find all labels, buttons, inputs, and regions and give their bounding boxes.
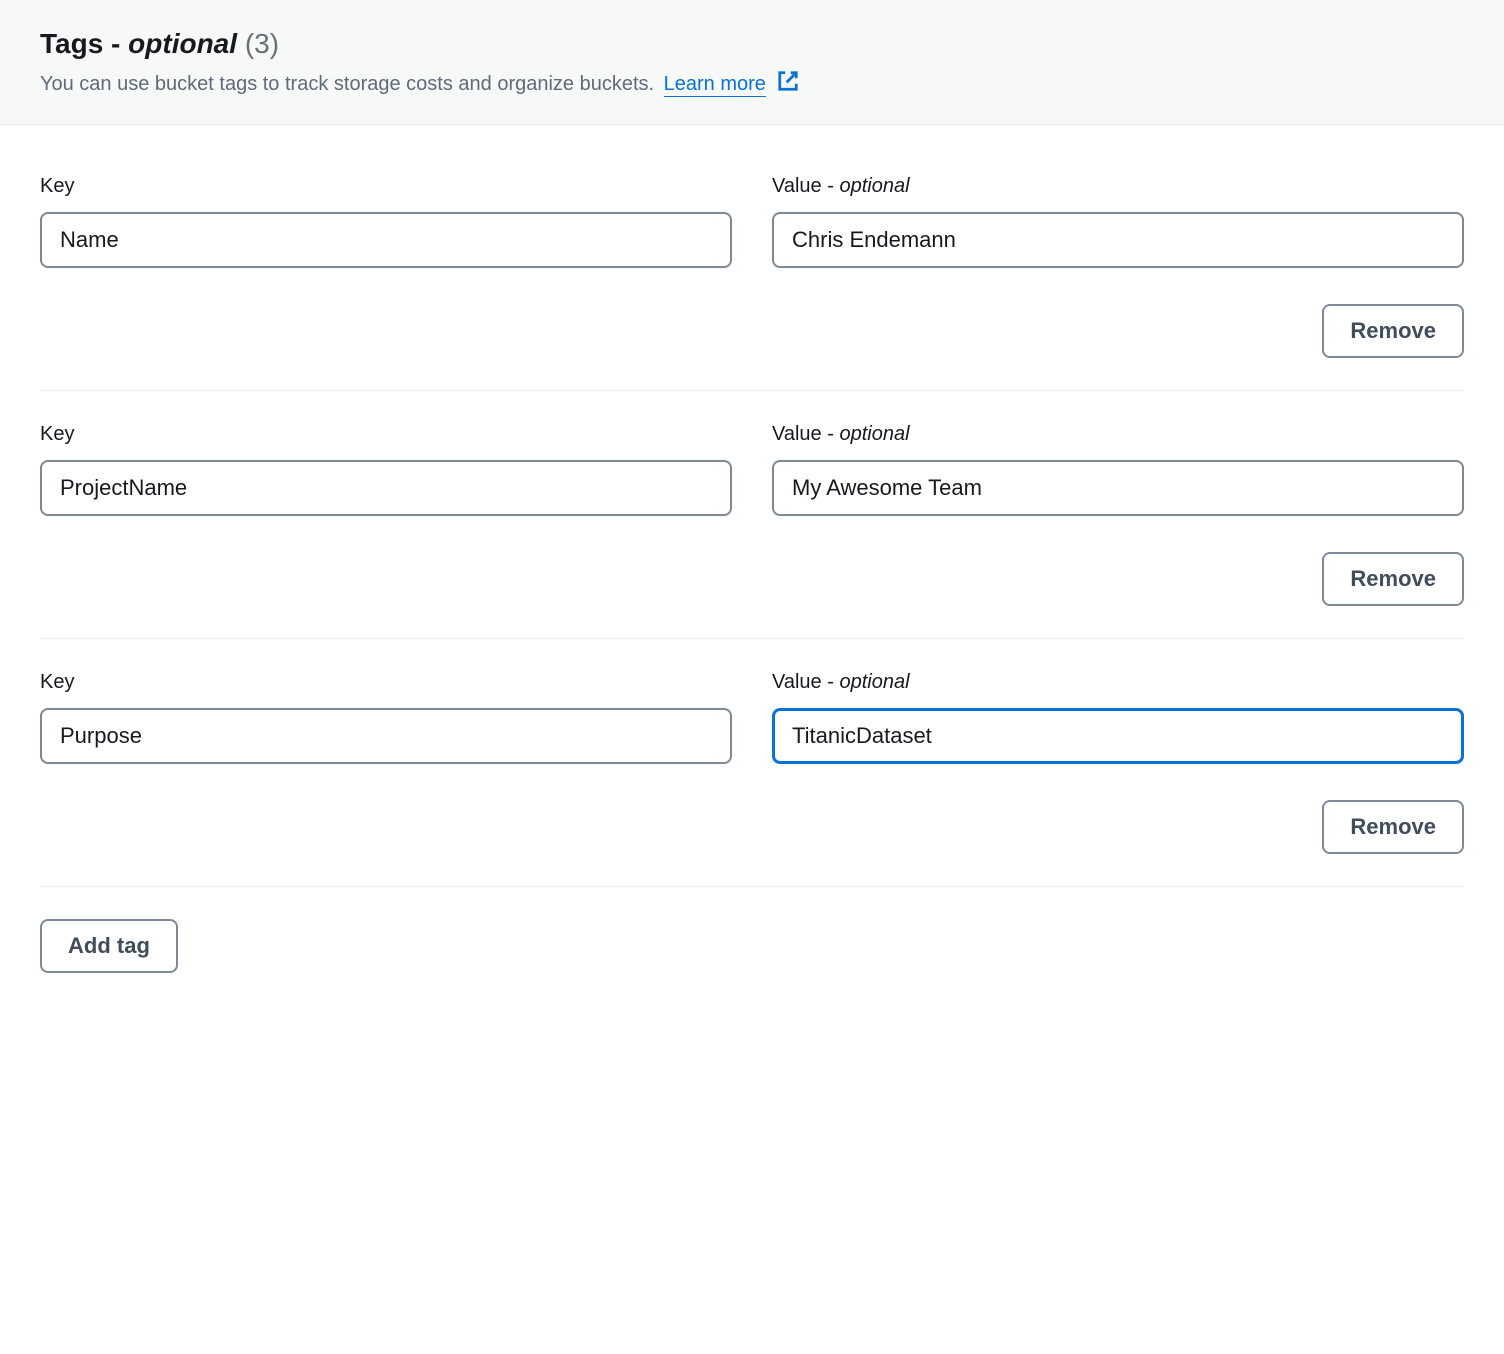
value-label-prefix: Value -: [772, 423, 839, 445]
value-label: Value - optional: [772, 671, 1464, 694]
tag-fields: Key Value - optional: [40, 423, 1464, 516]
learn-more-link[interactable]: Learn more: [664, 73, 766, 97]
key-input[interactable]: [40, 212, 732, 268]
value-label-prefix: Value -: [772, 671, 839, 693]
key-input[interactable]: [40, 708, 732, 764]
tags-title: Tags - optional (3): [40, 28, 1464, 60]
key-field: Key: [40, 175, 732, 268]
value-input[interactable]: [772, 212, 1464, 268]
value-label: Value - optional: [772, 175, 1464, 198]
tags-body: Key Value - optional Remove Key: [0, 125, 1504, 1013]
tags-count: (3): [245, 28, 279, 59]
key-label: Key: [40, 423, 732, 446]
remove-button[interactable]: Remove: [1322, 800, 1464, 854]
tag-row: Key Value - optional Remove: [40, 671, 1464, 887]
external-link-icon: [777, 70, 799, 98]
remove-button[interactable]: Remove: [1322, 552, 1464, 606]
tag-row-actions: Remove: [40, 552, 1464, 606]
key-field: Key: [40, 423, 732, 516]
tags-subtitle-text: You can use bucket tags to track storage…: [40, 73, 654, 95]
value-label-prefix: Value -: [772, 175, 839, 197]
tag-row-actions: Remove: [40, 304, 1464, 358]
tag-fields: Key Value - optional: [40, 671, 1464, 764]
remove-button[interactable]: Remove: [1322, 304, 1464, 358]
value-input[interactable]: [772, 460, 1464, 516]
tag-row-actions: Remove: [40, 800, 1464, 854]
tags-title-prefix: Tags -: [40, 28, 128, 59]
key-field: Key: [40, 671, 732, 764]
add-tag-wrap: Add tag: [40, 919, 1464, 973]
tag-row: Key Value - optional Remove: [40, 175, 1464, 391]
value-input[interactable]: [772, 708, 1464, 764]
value-label: Value - optional: [772, 423, 1464, 446]
tags-panel: Tags - optional (3) You can use bucket t…: [0, 0, 1504, 1013]
value-field: Value - optional: [772, 175, 1464, 268]
key-label: Key: [40, 671, 732, 694]
value-label-optional: optional: [839, 671, 909, 693]
value-label-optional: optional: [839, 175, 909, 197]
value-field: Value - optional: [772, 671, 1464, 764]
tags-header: Tags - optional (3) You can use bucket t…: [0, 0, 1504, 125]
value-field: Value - optional: [772, 423, 1464, 516]
tag-row: Key Value - optional Remove: [40, 423, 1464, 639]
tags-title-optional: optional: [128, 28, 237, 59]
key-input[interactable]: [40, 460, 732, 516]
key-label: Key: [40, 175, 732, 198]
add-tag-button[interactable]: Add tag: [40, 919, 178, 973]
tag-fields: Key Value - optional: [40, 175, 1464, 268]
value-label-optional: optional: [839, 423, 909, 445]
tags-subtitle: You can use bucket tags to track storage…: [40, 70, 1464, 98]
